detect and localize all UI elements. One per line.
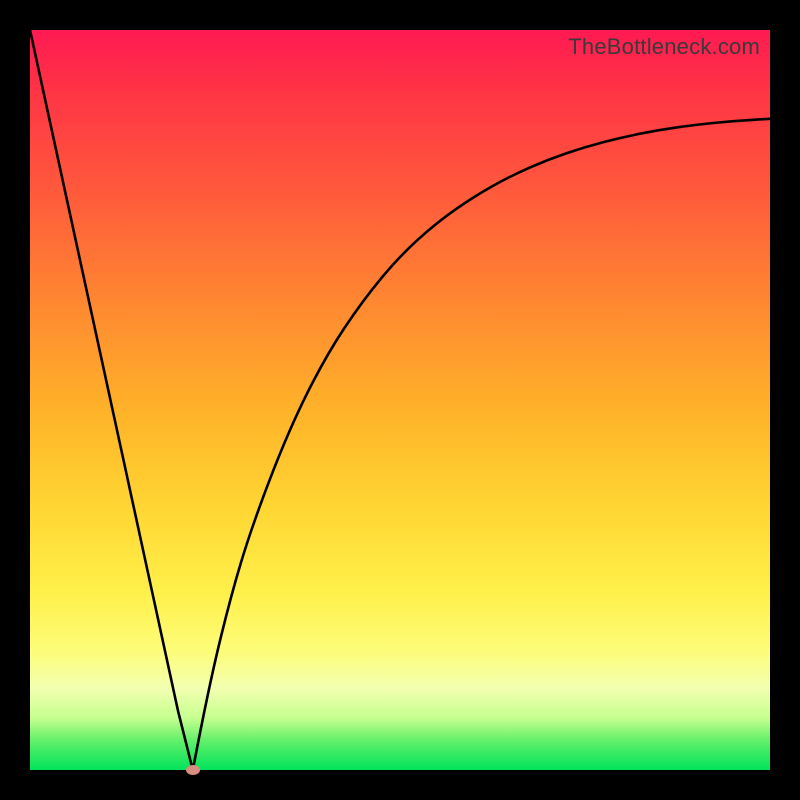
plot-area: TheBottleneck.com <box>30 30 770 770</box>
curve-right-branch <box>193 119 770 770</box>
curve-left-branch <box>30 30 193 770</box>
curve-svg <box>30 30 770 770</box>
chart-frame: TheBottleneck.com <box>0 0 800 800</box>
min-marker <box>186 765 200 775</box>
